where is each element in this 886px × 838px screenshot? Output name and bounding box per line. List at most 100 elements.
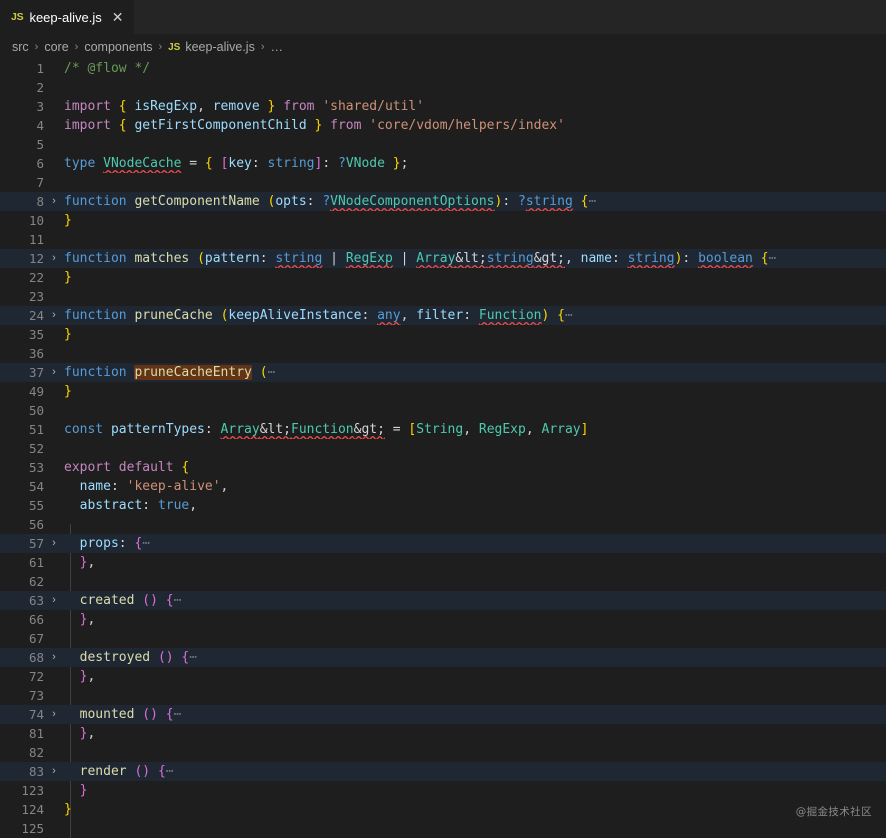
code-line[interactable]: 63› created () {⋯ <box>0 591 886 610</box>
code-text: /* @flow */ <box>64 59 886 78</box>
fold-chevron-icon[interactable]: › <box>44 306 64 325</box>
code-line[interactable]: 52 <box>0 439 886 458</box>
code-line[interactable]: 4import { getFirstComponentChild } from … <box>0 116 886 135</box>
code-line[interactable]: 35} <box>0 325 886 344</box>
code-line[interactable]: 62 <box>0 572 886 591</box>
line-number: 5 <box>0 135 44 154</box>
line-number: 62 <box>0 572 44 591</box>
line-number: 35 <box>0 325 44 344</box>
code-line[interactable]: 67 <box>0 629 886 648</box>
code-line[interactable]: 81 }, <box>0 724 886 743</box>
code-text: } <box>64 781 886 800</box>
close-icon[interactable]: ✕ <box>112 10 124 24</box>
breadcrumb-item-src[interactable]: src <box>12 40 29 54</box>
line-number: 67 <box>0 629 44 648</box>
code-line[interactable]: 72 }, <box>0 667 886 686</box>
fold-chevron-icon[interactable]: › <box>44 249 64 268</box>
fold-chevron-icon[interactable]: › <box>44 534 64 553</box>
code-line[interactable]: 55 abstract: true, <box>0 496 886 515</box>
code-line[interactable]: 68› destroyed () {⋯ <box>0 648 886 667</box>
line-number: 36 <box>0 344 44 363</box>
line-number: 11 <box>0 230 44 249</box>
code-editor[interactable]: 1/* @flow */23import { isRegExp, remove … <box>0 59 886 838</box>
line-number: 4 <box>0 116 44 135</box>
fold-chevron-icon[interactable]: › <box>44 363 64 382</box>
code-line[interactable]: 56 <box>0 515 886 534</box>
fold-chevron-icon[interactable]: › <box>44 705 64 724</box>
code-line[interactable]: 7 <box>0 173 886 192</box>
code-text: function pruneCache (keepAliveInstance: … <box>64 306 886 325</box>
chevron-right-icon: › <box>261 41 265 53</box>
line-number: 123 <box>0 781 44 800</box>
code-text: props: {⋯ <box>64 534 886 553</box>
code-text: render () {⋯ <box>64 762 886 781</box>
code-line[interactable]: 10} <box>0 211 886 230</box>
code-line[interactable]: 57› props: {⋯ <box>0 534 886 553</box>
tab-keep-alive-js[interactable]: JS keep-alive.js ✕ <box>0 0 134 34</box>
line-number: 22 <box>0 268 44 287</box>
breadcrumb-more[interactable]: … <box>271 40 285 54</box>
line-number: 12 <box>0 249 44 268</box>
code-text: function matches (pattern: string | RegE… <box>64 249 886 268</box>
watermark: @掘金技术社区 <box>796 804 872 819</box>
code-line[interactable]: 82 <box>0 743 886 762</box>
code-line[interactable]: 2 <box>0 78 886 97</box>
js-file-icon: JS <box>168 42 180 53</box>
code-text: import { isRegExp, remove } from 'shared… <box>64 97 886 116</box>
line-number: 54 <box>0 477 44 496</box>
code-line[interactable]: 6type VNodeCache = { [key: string]: ?VNo… <box>0 154 886 173</box>
code-line[interactable]: 49} <box>0 382 886 401</box>
fold-chevron-icon[interactable]: › <box>44 762 64 781</box>
code-text: function pruneCacheEntry (⋯ <box>64 363 886 382</box>
line-number: 52 <box>0 439 44 458</box>
breadcrumb-item-core[interactable]: core <box>44 40 68 54</box>
code-line[interactable]: 37›function pruneCacheEntry (⋯ <box>0 363 886 382</box>
fold-chevron-icon[interactable]: › <box>44 192 64 211</box>
fold-chevron-icon[interactable]: › <box>44 648 64 667</box>
code-line[interactable]: 3import { isRegExp, remove } from 'share… <box>0 97 886 116</box>
code-line[interactable]: 74› mounted () {⋯ <box>0 705 886 724</box>
code-line[interactable]: 61 }, <box>0 553 886 572</box>
code-line[interactable]: 8›function getComponentName (opts: ?VNod… <box>0 192 886 211</box>
code-line[interactable]: 12›function matches (pattern: string | R… <box>0 249 886 268</box>
code-line[interactable]: 36 <box>0 344 886 363</box>
code-line[interactable]: 125 <box>0 819 886 838</box>
line-number: 37 <box>0 363 44 382</box>
code-text: } <box>64 268 886 287</box>
code-line[interactable]: 24›function pruneCache (keepAliveInstanc… <box>0 306 886 325</box>
line-number: 23 <box>0 287 44 306</box>
code-line[interactable]: 23 <box>0 287 886 306</box>
code-line[interactable]: 123 } <box>0 781 886 800</box>
line-number: 68 <box>0 648 44 667</box>
line-number: 74 <box>0 705 44 724</box>
line-number: 57 <box>0 534 44 553</box>
line-number: 8 <box>0 192 44 211</box>
code-line[interactable]: 124} <box>0 800 886 819</box>
code-line[interactable]: 5 <box>0 135 886 154</box>
code-line[interactable]: 22} <box>0 268 886 287</box>
code-text: function getComponentName (opts: ?VNodeC… <box>64 192 886 211</box>
line-number: 10 <box>0 211 44 230</box>
breadcrumb-item-components[interactable]: components <box>84 40 152 54</box>
code-line[interactable]: 83› render () {⋯ <box>0 762 886 781</box>
code-line[interactable]: 54 name: 'keep-alive', <box>0 477 886 496</box>
code-text: mounted () {⋯ <box>64 705 886 724</box>
code-line[interactable]: 11 <box>0 230 886 249</box>
line-number: 72 <box>0 667 44 686</box>
code-line[interactable]: 50 <box>0 401 886 420</box>
code-text: destroyed () {⋯ <box>64 648 886 667</box>
line-number: 2 <box>0 78 44 97</box>
breadcrumb-item-file[interactable]: keep-alive.js <box>185 40 254 54</box>
code-line[interactable]: 1/* @flow */ <box>0 59 886 78</box>
code-line[interactable]: 53export default { <box>0 458 886 477</box>
code-text: }, <box>64 724 886 743</box>
line-number: 7 <box>0 173 44 192</box>
fold-chevron-icon[interactable]: › <box>44 591 64 610</box>
code-line[interactable]: 51const patternTypes: Array&lt;Function&… <box>0 420 886 439</box>
code-line[interactable]: 73 <box>0 686 886 705</box>
code-line[interactable]: 66 }, <box>0 610 886 629</box>
breadcrumb: src › core › components › JS keep-alive.… <box>0 35 886 59</box>
code-text: }, <box>64 610 886 629</box>
chevron-right-icon: › <box>75 41 79 53</box>
editor-tab-bar: JS keep-alive.js ✕ <box>0 0 886 35</box>
